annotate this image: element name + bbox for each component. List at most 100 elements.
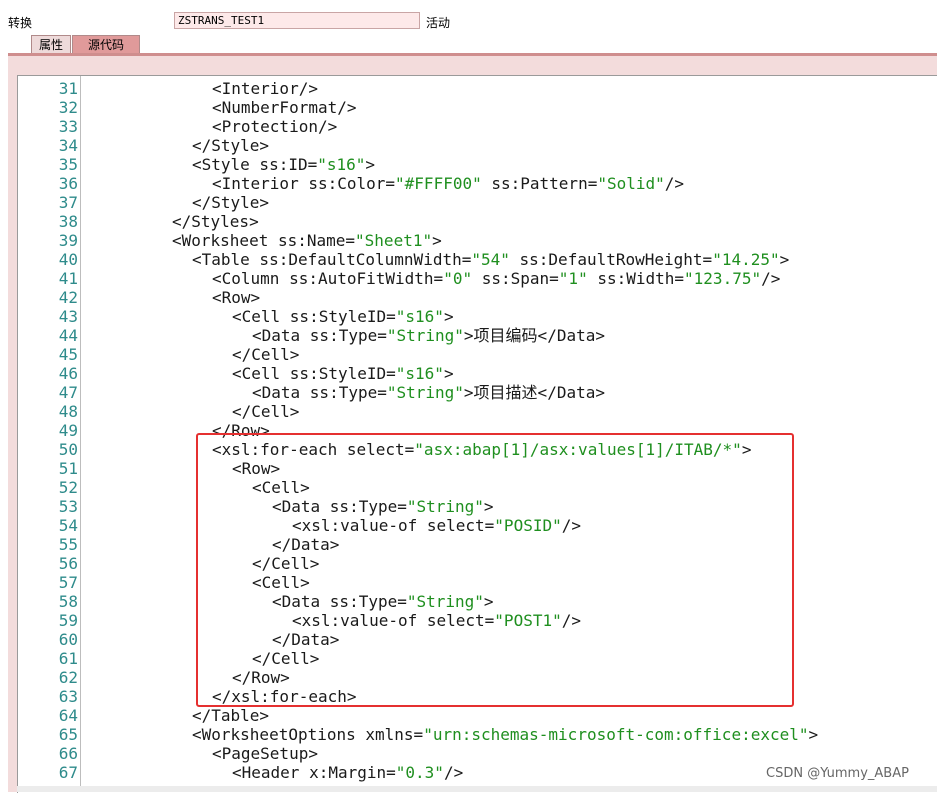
string-literal: "123.75" — [684, 269, 762, 288]
line-number: 49 — [58, 421, 78, 440]
line-number: 60 — [58, 630, 78, 649]
line-number: 50 — [58, 440, 78, 459]
string-literal: "String" — [386, 326, 464, 345]
line-number: 46 — [58, 364, 78, 383]
string-literal: "String" — [386, 383, 464, 402]
code-token: <Cell ss:StyleID= — [232, 364, 396, 383]
line-number: 45 — [58, 345, 78, 364]
code-line: <Cell ss:StyleID="s16"> — [232, 307, 454, 326]
string-literal: "0" — [443, 269, 473, 288]
code-token: <Column ss:AutoFitWidth= — [212, 269, 444, 288]
code-token: <NumberFormat/> — [212, 98, 357, 117]
code-line: </Cell> — [232, 345, 299, 364]
highlight-box — [196, 433, 794, 707]
code-line: <Interior ss:Color="#FFFF00" ss:Pattern=… — [212, 174, 684, 193]
code-token: > — [779, 250, 790, 269]
header-bar: 转换 ZSTRANS_TEST1 活动 — [0, 0, 937, 36]
line-number: 44 — [58, 326, 78, 345]
line-number: 65 — [58, 725, 78, 744]
line-number: 63 — [58, 687, 78, 706]
code-token: > — [808, 725, 819, 744]
code-line: <NumberFormat/> — [212, 98, 357, 117]
code-token: <Worksheet ss:Name= — [172, 231, 356, 250]
string-literal: "Solid" — [597, 174, 665, 193]
code-token: <PageSetup> — [212, 744, 318, 763]
line-number: 39 — [58, 231, 78, 250]
code-line: <Table ss:DefaultColumnWidth="54" ss:Def… — [192, 250, 789, 269]
transformation-label: 转换 — [8, 16, 33, 30]
line-number: 51 — [58, 459, 78, 478]
line-number: 62 — [58, 668, 78, 687]
code-token: ss:DefaultRowHeight= — [509, 250, 713, 269]
line-number: 52 — [58, 478, 78, 497]
string-literal: "#FFFF00" — [395, 174, 482, 193]
code-token: <Data ss:Type= — [252, 383, 387, 402]
code-token: <Protection/> — [212, 117, 338, 136]
code-line: <Column ss:AutoFitWidth="0" ss:Span="1" … — [212, 269, 780, 288]
string-literal: "s16" — [317, 155, 366, 174]
line-number: 61 — [58, 649, 78, 668]
horizontal-scrollbar[interactable] — [17, 786, 937, 792]
code-line: <WorksheetOptions xmlns="urn:schemas-mic… — [192, 725, 818, 744]
code-token: <Cell ss:StyleID= — [232, 307, 396, 326]
line-number: 47 — [58, 383, 78, 402]
code-line: <Data ss:Type="String">项目编码</Data> — [252, 326, 605, 345]
line-number: 53 — [58, 497, 78, 516]
line-number: 57 — [58, 573, 78, 592]
code-token: <Data ss:Type= — [252, 326, 387, 345]
code-token: <WorksheetOptions xmlns= — [192, 725, 424, 744]
code-token: > — [365, 155, 376, 174]
code-token: >项目描述</Data> — [463, 383, 605, 402]
code-token: > — [432, 231, 442, 250]
code-line: <Protection/> — [212, 117, 337, 136]
line-number: 40 — [58, 250, 78, 269]
line-number: 48 — [58, 402, 78, 421]
code-token: <Interior/> — [212, 79, 318, 98]
line-number: 41 — [58, 269, 78, 288]
code-token: <Style ss:ID= — [192, 155, 318, 174]
code-token: </Style> — [192, 136, 270, 155]
string-literal: "54" — [471, 250, 510, 269]
status-text: 活动 — [426, 16, 451, 30]
tab-attributes[interactable]: 属性 — [31, 35, 71, 54]
transformation-name-field[interactable]: ZSTRANS_TEST1 — [174, 12, 420, 29]
line-number: 32 — [58, 98, 78, 117]
code-line: </Table> — [192, 706, 269, 725]
code-token: </Table> — [192, 706, 270, 725]
line-number: 55 — [58, 535, 78, 554]
code-line: <Style ss:ID="s16"> — [192, 155, 375, 174]
code-token: /> — [664, 174, 685, 193]
code-line: </Styles> — [172, 212, 259, 231]
string-literal: "14.25" — [712, 250, 780, 269]
string-literal: "Sheet1" — [355, 231, 433, 250]
tab-source-code[interactable]: 源代码 — [72, 35, 140, 54]
code-line: <PageSetup> — [212, 744, 318, 763]
code-line: <Worksheet ss:Name="Sheet1"> — [172, 231, 442, 250]
code-token: > — [443, 364, 454, 383]
code-token: ss:Pattern= — [481, 174, 598, 193]
line-number: 37 — [58, 193, 78, 212]
code-token: <Header x:Margin= — [232, 763, 396, 782]
line-number: 36 — [58, 174, 78, 193]
code-line: <Cell ss:StyleID="s16"> — [232, 364, 454, 383]
code-line: </Style> — [192, 136, 269, 155]
code-line: <Interior/> — [212, 79, 318, 98]
line-number: 34 — [58, 136, 78, 155]
code-token: <Interior ss:Color= — [212, 174, 396, 193]
line-number: 59 — [58, 611, 78, 630]
line-number: 66 — [58, 744, 78, 763]
code-line: <Row> — [212, 288, 260, 307]
code-line: <Data ss:Type="String">项目描述</Data> — [252, 383, 605, 402]
code-line: </Style> — [192, 193, 269, 212]
code-token: ss:Span= — [472, 269, 559, 288]
code-token: >项目编码</Data> — [463, 326, 605, 345]
line-number: 35 — [58, 155, 78, 174]
code-token: </Style> — [192, 193, 270, 212]
line-number: 38 — [58, 212, 78, 231]
code-line: </Cell> — [232, 402, 299, 421]
code-token: ss:Width= — [587, 269, 685, 288]
line-number: 42 — [58, 288, 78, 307]
line-number: 67 — [58, 763, 78, 782]
string-literal: "s16" — [395, 307, 444, 326]
code-token: /> — [761, 269, 781, 288]
